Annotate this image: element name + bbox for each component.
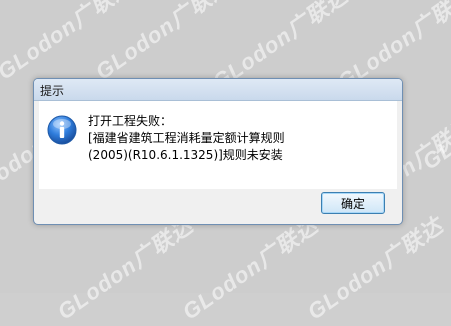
dialog-footer: 确定 <box>34 189 402 224</box>
information-icon <box>47 115 77 145</box>
dialog-content: 打开工程失败： [福建省建筑工程消耗量定额计算规则 (2005)(R10.6.1… <box>39 101 397 189</box>
message-line: [福建省建筑工程消耗量定额计算规则 <box>88 131 285 145</box>
ok-button[interactable]: 确定 <box>321 192 385 214</box>
message-dialog: 提示 打开工程失败： [福建省建筑工程消耗量定额计算规则 (2005)(R10.… <box>33 78 403 225</box>
dialog-title-bar[interactable]: 提示 <box>34 79 402 101</box>
dialog-message: 打开工程失败： [福建省建筑工程消耗量定额计算规则 (2005)(R10.6.1… <box>88 113 285 164</box>
message-line: (2005)(R10.6.1.1325)]规则未安装 <box>88 148 283 162</box>
message-line: 打开工程失败： <box>88 114 173 128</box>
dialog-title: 提示 <box>40 84 65 98</box>
